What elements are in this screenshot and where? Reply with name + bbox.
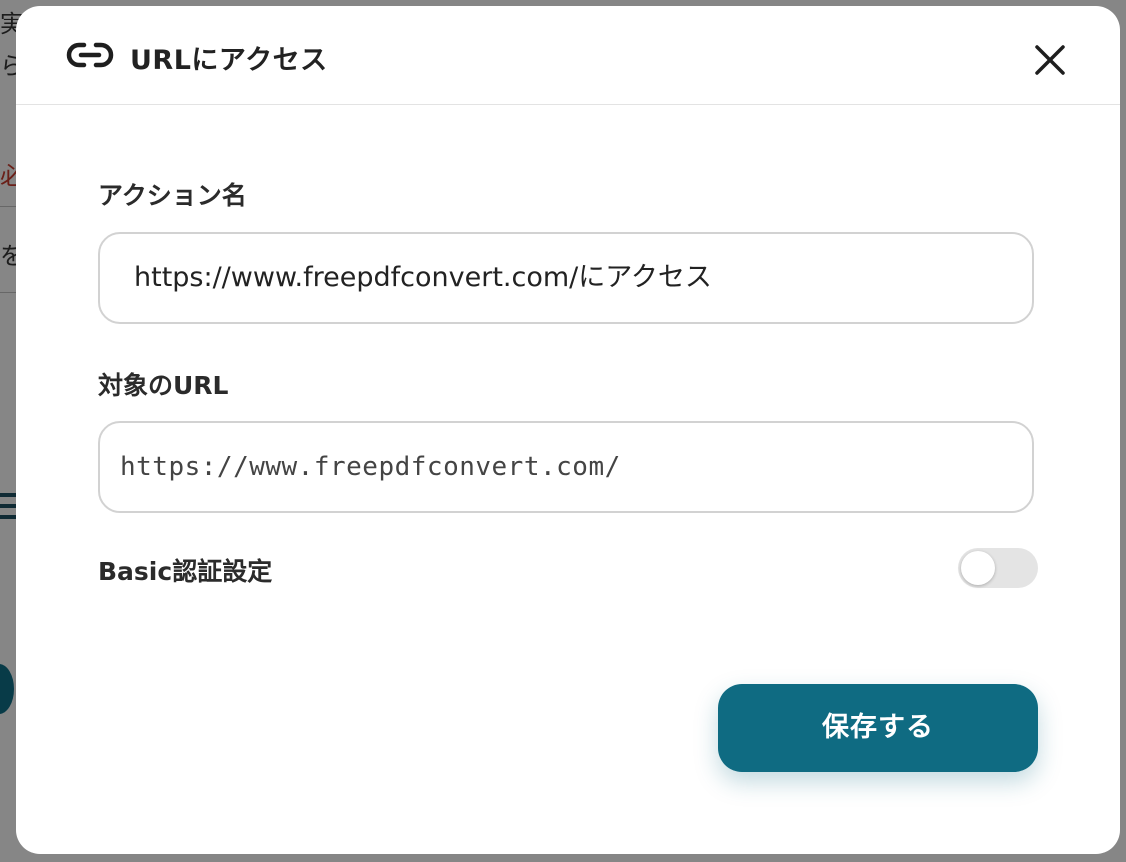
toggle-knob <box>961 551 995 585</box>
basic-auth-label: Basic認証設定 <box>98 557 273 586</box>
url-access-modal: URLにアクセス アクション名 https://www.freepdfconve… <box>16 6 1120 854</box>
action-name-label: アクション名 <box>98 181 247 210</box>
save-button[interactable]: 保存する <box>718 684 1038 772</box>
basic-auth-toggle[interactable] <box>958 548 1038 588</box>
link-icon <box>66 42 114 68</box>
close-icon[interactable] <box>1030 40 1070 80</box>
modal-header: URLにアクセス <box>16 6 1120 105</box>
modal-title: URLにアクセス <box>130 45 328 76</box>
target-url-label: 対象のURL <box>98 371 229 400</box>
target-url-input[interactable]: https://www.freepdfconvert.com/ <box>98 421 1034 513</box>
background-button <box>0 664 14 714</box>
action-name-input[interactable]: https://www.freepdfconvert.com/にアクセス <box>98 232 1034 324</box>
